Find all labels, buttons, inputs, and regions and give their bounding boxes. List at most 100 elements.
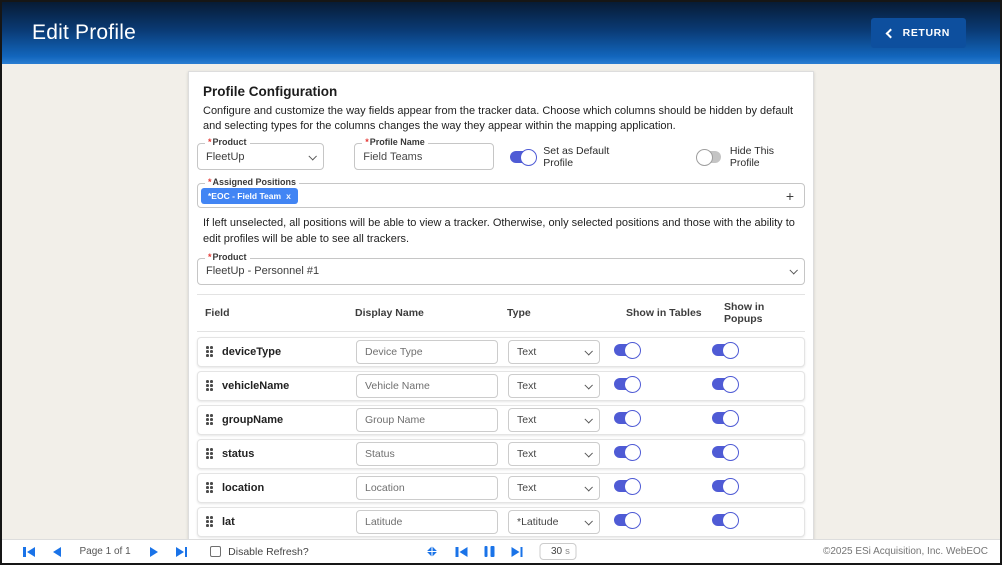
col-header-show-in-popups: Show in Popups: [711, 301, 797, 325]
chevron-down-icon: [309, 152, 317, 160]
show-in-tables-toggle[interactable]: [614, 344, 638, 356]
field-name: status: [222, 448, 254, 460]
show-in-popups-toggle[interactable]: [712, 514, 736, 526]
show-in-popups-toggle[interactable]: [712, 446, 736, 458]
drag-handle-icon[interactable]: [206, 448, 213, 459]
field-name: lat: [222, 516, 235, 528]
disable-refresh-checkbox[interactable]: [210, 546, 221, 557]
product-profile-row: *Product FleetUp *Profile Name Set as De…: [197, 143, 805, 170]
app-header: Edit Profile RETURN: [2, 2, 1000, 64]
field-name: location: [222, 482, 264, 494]
display-name-input[interactable]: [356, 408, 498, 432]
panel-description: Configure and customize the way fields a…: [203, 104, 797, 133]
playback-controls: s: [426, 543, 577, 560]
previous-page-button[interactable]: [53, 547, 61, 557]
table-row: groupName Text: [197, 405, 805, 435]
chevron-down-icon: [789, 266, 797, 274]
chevron-down-icon: [584, 483, 592, 491]
skip-to-end-button[interactable]: [511, 547, 523, 557]
profile-name-label: Profile Name: [370, 137, 425, 147]
chevron-left-icon: [885, 28, 895, 38]
drag-handle-icon[interactable]: [206, 380, 213, 391]
type-select-value: Text: [517, 482, 536, 494]
required-mark: *: [208, 137, 212, 147]
type-select[interactable]: Text: [508, 476, 600, 500]
col-header-show-in-tables: Show in Tables: [613, 307, 711, 319]
hide-profile-toggle[interactable]: [697, 151, 721, 163]
type-select[interactable]: Text: [508, 408, 600, 432]
show-in-popups-toggle[interactable]: [712, 480, 736, 492]
show-in-tables-toggle[interactable]: [614, 480, 638, 492]
add-position-button[interactable]: +: [786, 189, 794, 203]
display-name-input[interactable]: [356, 340, 498, 364]
type-select[interactable]: *Latitude: [508, 510, 600, 534]
type-select[interactable]: Text: [508, 442, 600, 466]
refresh-interval-input[interactable]: [546, 546, 562, 557]
show-in-popups-toggle[interactable]: [712, 344, 736, 356]
col-header-type: Type: [507, 307, 613, 319]
drag-handle-icon[interactable]: [206, 516, 213, 527]
tracker-product-label: Product: [213, 252, 247, 262]
show-in-tables-toggle[interactable]: [614, 378, 638, 390]
profile-configuration-panel: Profile Configuration Configure and cust…: [188, 71, 814, 539]
skip-to-start-button[interactable]: [456, 547, 468, 557]
panel-title: Profile Configuration: [203, 84, 805, 99]
page-indicator: Page 1 of 1: [80, 546, 131, 557]
pagination-controls: Page 1 of 1 Disable Refresh?: [14, 546, 309, 558]
type-select-value: *Latitude: [517, 516, 558, 528]
last-page-button[interactable]: [176, 547, 188, 557]
set-default-toggle[interactable]: [510, 151, 534, 163]
page-title: Edit Profile: [32, 21, 136, 45]
table-row: status Text: [197, 439, 805, 469]
display-name-input[interactable]: [356, 374, 498, 398]
required-mark: *: [208, 252, 212, 262]
first-page-button[interactable]: [23, 547, 35, 557]
seconds-suffix: s: [565, 546, 570, 557]
show-in-tables-toggle[interactable]: [614, 412, 638, 424]
show-in-tables-toggle[interactable]: [614, 514, 638, 526]
col-header-display-name: Display Name: [355, 307, 507, 319]
show-in-popups-toggle[interactable]: [712, 378, 736, 390]
next-page-button[interactable]: [150, 547, 158, 557]
display-name-input[interactable]: [356, 476, 498, 500]
chevron-down-icon: [584, 449, 592, 457]
table-row: vehicleName Text: [197, 371, 805, 401]
position-chip[interactable]: *EOC - Field Team x: [201, 188, 298, 204]
display-name-input[interactable]: [356, 510, 498, 534]
table-row: deviceType Text: [197, 337, 805, 367]
pause-button[interactable]: [484, 546, 494, 557]
assigned-positions-label: Assigned Positions: [213, 177, 297, 187]
copyright-text: ©2025 ESi Acquisition, Inc. WebEOC: [823, 546, 988, 557]
fields-table-header: Field Display Name Type Show in Tables S…: [197, 294, 805, 332]
table-row: lat *Latitude: [197, 507, 805, 537]
tracker-product-select[interactable]: *Product FleetUp - Personnel #1: [197, 258, 805, 285]
profile-name-input[interactable]: [363, 151, 485, 163]
refresh-icon[interactable]: [426, 545, 439, 558]
type-select-value: Text: [517, 380, 536, 392]
type-select[interactable]: Text: [508, 374, 600, 398]
page: Edit Profile RETURN Profile Configuratio…: [0, 0, 1002, 565]
field-name: groupName: [222, 414, 283, 426]
drag-handle-icon[interactable]: [206, 346, 213, 357]
return-button[interactable]: RETURN: [871, 18, 966, 48]
required-mark: *: [365, 137, 369, 147]
chevron-down-icon: [584, 415, 592, 423]
product-label: Product: [213, 137, 247, 147]
show-in-popups-toggle[interactable]: [712, 412, 736, 424]
assigned-positions-field[interactable]: *Assigned Positions *EOC - Field Team x …: [197, 183, 805, 208]
type-select[interactable]: Text: [508, 340, 600, 364]
display-name-input[interactable]: [356, 442, 498, 466]
field-name: vehicleName: [222, 380, 289, 392]
chevron-down-icon: [584, 347, 592, 355]
chip-remove-icon[interactable]: x: [286, 191, 291, 201]
tracker-product-value: FleetUp - Personnel #1: [206, 265, 319, 277]
drag-handle-icon[interactable]: [206, 482, 213, 493]
chevron-down-icon: [584, 381, 592, 389]
show-in-tables-toggle[interactable]: [614, 446, 638, 458]
drag-handle-icon[interactable]: [206, 414, 213, 425]
type-select-value: Text: [517, 414, 536, 426]
fields-table-body: deviceType Text vehicleName Text: [197, 337, 805, 539]
product-select[interactable]: *Product FleetUp: [197, 143, 324, 170]
content-area: Profile Configuration Configure and cust…: [2, 64, 1000, 539]
hide-profile-label: Hide This Profile: [730, 145, 805, 169]
